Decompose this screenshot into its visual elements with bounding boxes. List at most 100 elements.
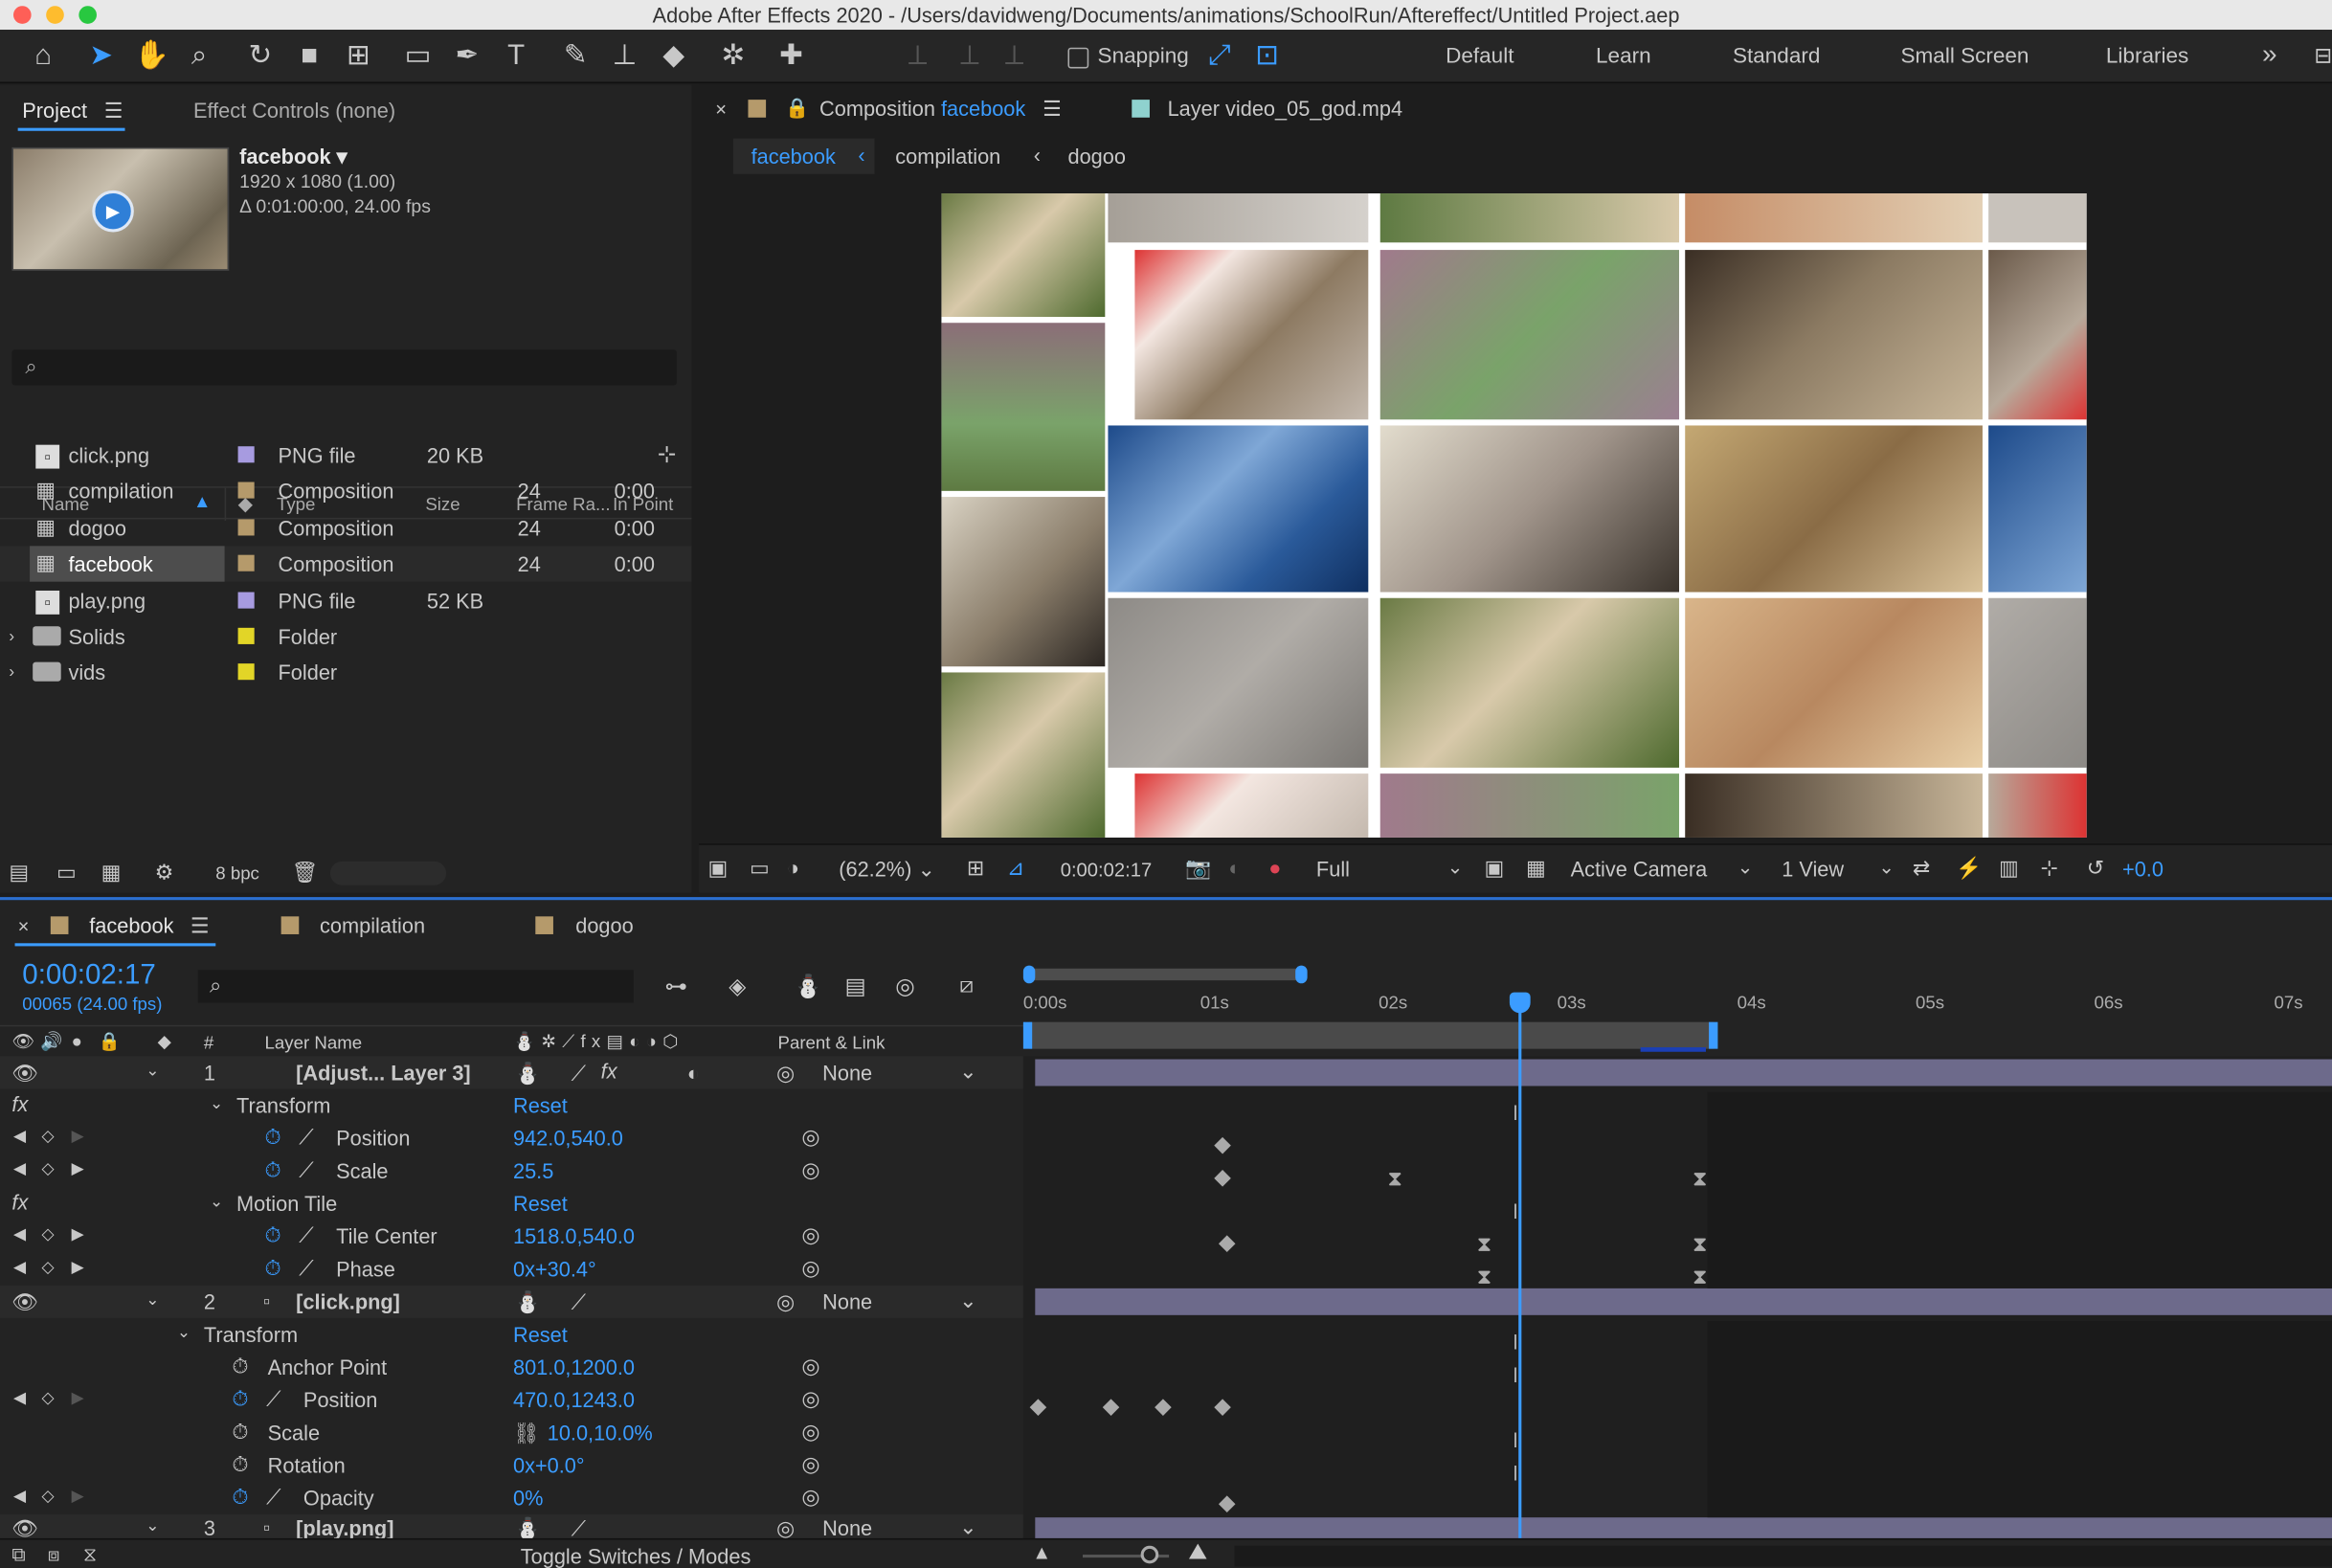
stopwatch-icon[interactable]: ⏱ bbox=[265, 1125, 281, 1150]
next-keyframe-icon[interactable]: ▶ bbox=[72, 1159, 84, 1178]
property-row-position[interactable]: ◀ ◇ ▶ ⏱ ⟋ Position 470.0,1243.0 ◎ bbox=[0, 1383, 1023, 1416]
property-value[interactable]: 470.0,1243.0 bbox=[513, 1388, 635, 1412]
timeline-icon[interactable]: ▥ bbox=[1999, 856, 2019, 881]
timeline-tab-compilation[interactable]: compilation bbox=[320, 913, 425, 937]
new-composition-icon[interactable]: ▦ bbox=[101, 860, 122, 885]
video-switch-icon[interactable]: 👁 bbox=[11, 1031, 34, 1052]
collapse-arrow-icon[interactable]: ⌄ bbox=[177, 1323, 191, 1342]
workspace-learn[interactable]: Learn bbox=[1596, 45, 1651, 69]
property-row-rotation[interactable]: ⏱ Rotation 0x+0.0° ◎ bbox=[0, 1449, 1023, 1482]
layer-duration-bar-1[interactable] bbox=[1035, 1059, 2332, 1086]
property-row-phase[interactable]: ◀ ◇ ▶ ⏱ ⟋ Phase 0x+30.4° ◎ bbox=[0, 1253, 1023, 1286]
project-item-solids[interactable]: › Solids Folder bbox=[0, 619, 691, 655]
transfer-controls-icon[interactable]: ⧈ bbox=[48, 1543, 60, 1567]
playhead[interactable] bbox=[1518, 1008, 1522, 1538]
work-area-navigator[interactable] bbox=[1025, 968, 1307, 981]
toggle-switches-modes-button[interactable]: Toggle Switches / Modes bbox=[521, 1544, 751, 1568]
timeline-tab-facebook[interactable]: facebook bbox=[89, 913, 173, 937]
snap-edges-icon[interactable]: ⤢ bbox=[1201, 40, 1237, 73]
keyframe[interactable] bbox=[1218, 1235, 1236, 1253]
project-item-dogoo[interactable]: ▦ dogoo Composition 24 0:00 bbox=[0, 510, 691, 546]
monitor-icon[interactable]: ▭ bbox=[750, 856, 770, 881]
parent-dropdown[interactable]: None bbox=[822, 1061, 872, 1085]
prev-keyframe-icon[interactable]: ◀ bbox=[13, 1388, 26, 1408]
layer-name[interactable]: [play.png] bbox=[296, 1516, 393, 1538]
horizontal-scrollbar[interactable] bbox=[1234, 1545, 2332, 1567]
layer-duration-bar-3[interactable] bbox=[1035, 1517, 2332, 1538]
collapse-arrow-icon[interactable]: ⌄ bbox=[146, 1516, 159, 1535]
breadcrumb-facebook[interactable]: facebook bbox=[751, 145, 836, 168]
keyframe[interactable] bbox=[1218, 1495, 1236, 1512]
toggle-mask-icon[interactable]: ⊿ bbox=[1007, 856, 1024, 881]
transparency-grid-icon[interactable]: ▦ bbox=[1526, 856, 1546, 881]
snapping-checkbox[interactable] bbox=[1067, 47, 1089, 69]
thumbnail-size-slider[interactable] bbox=[329, 861, 447, 885]
pen-tool-icon[interactable]: ✒ bbox=[449, 40, 484, 73]
breadcrumb-dogoo[interactable]: dogoo bbox=[1067, 145, 1125, 168]
expression-pickwhip-icon[interactable]: ◎ bbox=[801, 1125, 819, 1150]
add-keyframe-icon[interactable]: ◇ bbox=[42, 1388, 55, 1408]
property-value[interactable]: 801.0,1200.0 bbox=[513, 1355, 635, 1379]
layer-row-2[interactable]: 👁 ⌄ 2 ▫ [click.png] ⛄ ⟋ ◎ None ⌄ bbox=[0, 1285, 1023, 1318]
breadcrumb-compilation[interactable]: compilation bbox=[895, 145, 1000, 168]
flowchart-icon[interactable]: ⊹ bbox=[2041, 856, 2058, 881]
stopwatch-icon[interactable]: ⏱ bbox=[265, 1157, 281, 1182]
shy-switch-icon[interactable]: ⛄ bbox=[515, 1061, 541, 1086]
camera-chevron-icon[interactable]: ⌄ bbox=[1738, 856, 1754, 880]
pickwhip-icon[interactable]: ◎ bbox=[776, 1516, 795, 1538]
axis-tool-icon[interactable]: ⟂ bbox=[900, 40, 935, 73]
graph-icon[interactable]: ⟋ bbox=[266, 1485, 280, 1510]
project-item-compilation[interactable]: ▦ compilation Composition 24 0:00 bbox=[0, 473, 691, 508]
tab-effect-controls[interactable]: Effect Controls (none) bbox=[193, 99, 395, 123]
zoom-out-icon[interactable]: ▲ bbox=[1032, 1541, 1051, 1563]
lock-switch-icon[interactable]: 🔒 bbox=[99, 1031, 121, 1052]
property-value[interactable]: 0% bbox=[513, 1487, 543, 1511]
search-help-icon[interactable]: ⊟ bbox=[2314, 45, 2332, 69]
keyframe[interactable] bbox=[1214, 1399, 1231, 1416]
eraser-tool-icon[interactable]: ◆ bbox=[656, 40, 691, 73]
rotation-tool-icon[interactable]: ↻ bbox=[242, 40, 278, 73]
stopwatch-icon[interactable]: ⏱ bbox=[265, 1222, 281, 1247]
tab-project[interactable]: Project bbox=[22, 99, 87, 123]
add-keyframe-icon[interactable]: ◇ bbox=[42, 1159, 55, 1178]
keyframe[interactable] bbox=[1214, 1170, 1231, 1187]
close-window-button[interactable] bbox=[12, 6, 32, 24]
fast-previews-icon[interactable]: ⚡ bbox=[1956, 856, 1982, 881]
roto-brush-tool-icon[interactable]: ✲ bbox=[715, 40, 751, 73]
layer-switches-icon[interactable]: ⧉ bbox=[11, 1543, 25, 1567]
collapse-arrow-icon[interactable]: ⌄ bbox=[146, 1061, 159, 1081]
home-icon[interactable]: ⌂ bbox=[25, 40, 60, 73]
prev-keyframe-icon[interactable]: ◀ bbox=[13, 1487, 26, 1506]
layer-search-input[interactable]: ⌕ bbox=[197, 970, 634, 1003]
magnification-dropdown[interactable]: (62.2%) ⌄ bbox=[839, 857, 934, 882]
property-value[interactable]: 0x+30.4° bbox=[513, 1257, 596, 1281]
work-area-start-handle[interactable] bbox=[1022, 1021, 1033, 1049]
play-icon[interactable]: ▶ bbox=[92, 190, 134, 233]
expression-pickwhip-icon[interactable]: ◎ bbox=[801, 1386, 819, 1411]
property-value[interactable]: 0x+0.0° bbox=[513, 1453, 585, 1477]
work-area-bar[interactable] bbox=[1029, 1021, 1714, 1049]
next-keyframe-icon[interactable]: ▶ bbox=[72, 1224, 84, 1244]
stopwatch-icon[interactable]: ⏱ bbox=[232, 1485, 248, 1510]
interpret-footage-icon[interactable]: ▤ bbox=[9, 860, 29, 885]
pickwhip-icon[interactable]: ◎ bbox=[776, 1289, 795, 1314]
always-preview-icon[interactable]: ▣ bbox=[708, 856, 729, 881]
timeline-tab-dogoo[interactable]: dogoo bbox=[575, 913, 633, 937]
close-tab-icon[interactable]: × bbox=[715, 99, 727, 121]
bit-depth-button[interactable]: 8 bpc bbox=[215, 862, 259, 884]
layer-name[interactable]: [click.png] bbox=[296, 1289, 400, 1313]
eye-icon[interactable]: 👁 bbox=[11, 1289, 38, 1314]
motion-blur-icon[interactable]: ◎ bbox=[895, 973, 914, 999]
collapse-arrow-icon[interactable]: ⌄ bbox=[210, 1192, 223, 1211]
property-value[interactable]: 10.0,10.0% bbox=[548, 1421, 653, 1445]
keyframe[interactable] bbox=[1029, 1399, 1047, 1416]
quality-switch-icon[interactable]: ⟋ bbox=[572, 1289, 586, 1314]
zoom-slider-thumb[interactable] bbox=[1140, 1545, 1159, 1564]
layer-duration-bar-2[interactable] bbox=[1035, 1288, 2332, 1315]
keyframe-hold[interactable]: ⧗ bbox=[1477, 1233, 1491, 1254]
property-value[interactable]: 25.5 bbox=[513, 1159, 553, 1183]
zoom-in-icon[interactable]: ⛰ bbox=[1188, 1539, 1207, 1564]
quality-switch-icon[interactable]: ⟋ bbox=[572, 1061, 586, 1086]
shy-switch-icon[interactable]: ⛄ bbox=[515, 1289, 541, 1314]
world-axis-icon[interactable]: ⟂ bbox=[952, 40, 987, 73]
